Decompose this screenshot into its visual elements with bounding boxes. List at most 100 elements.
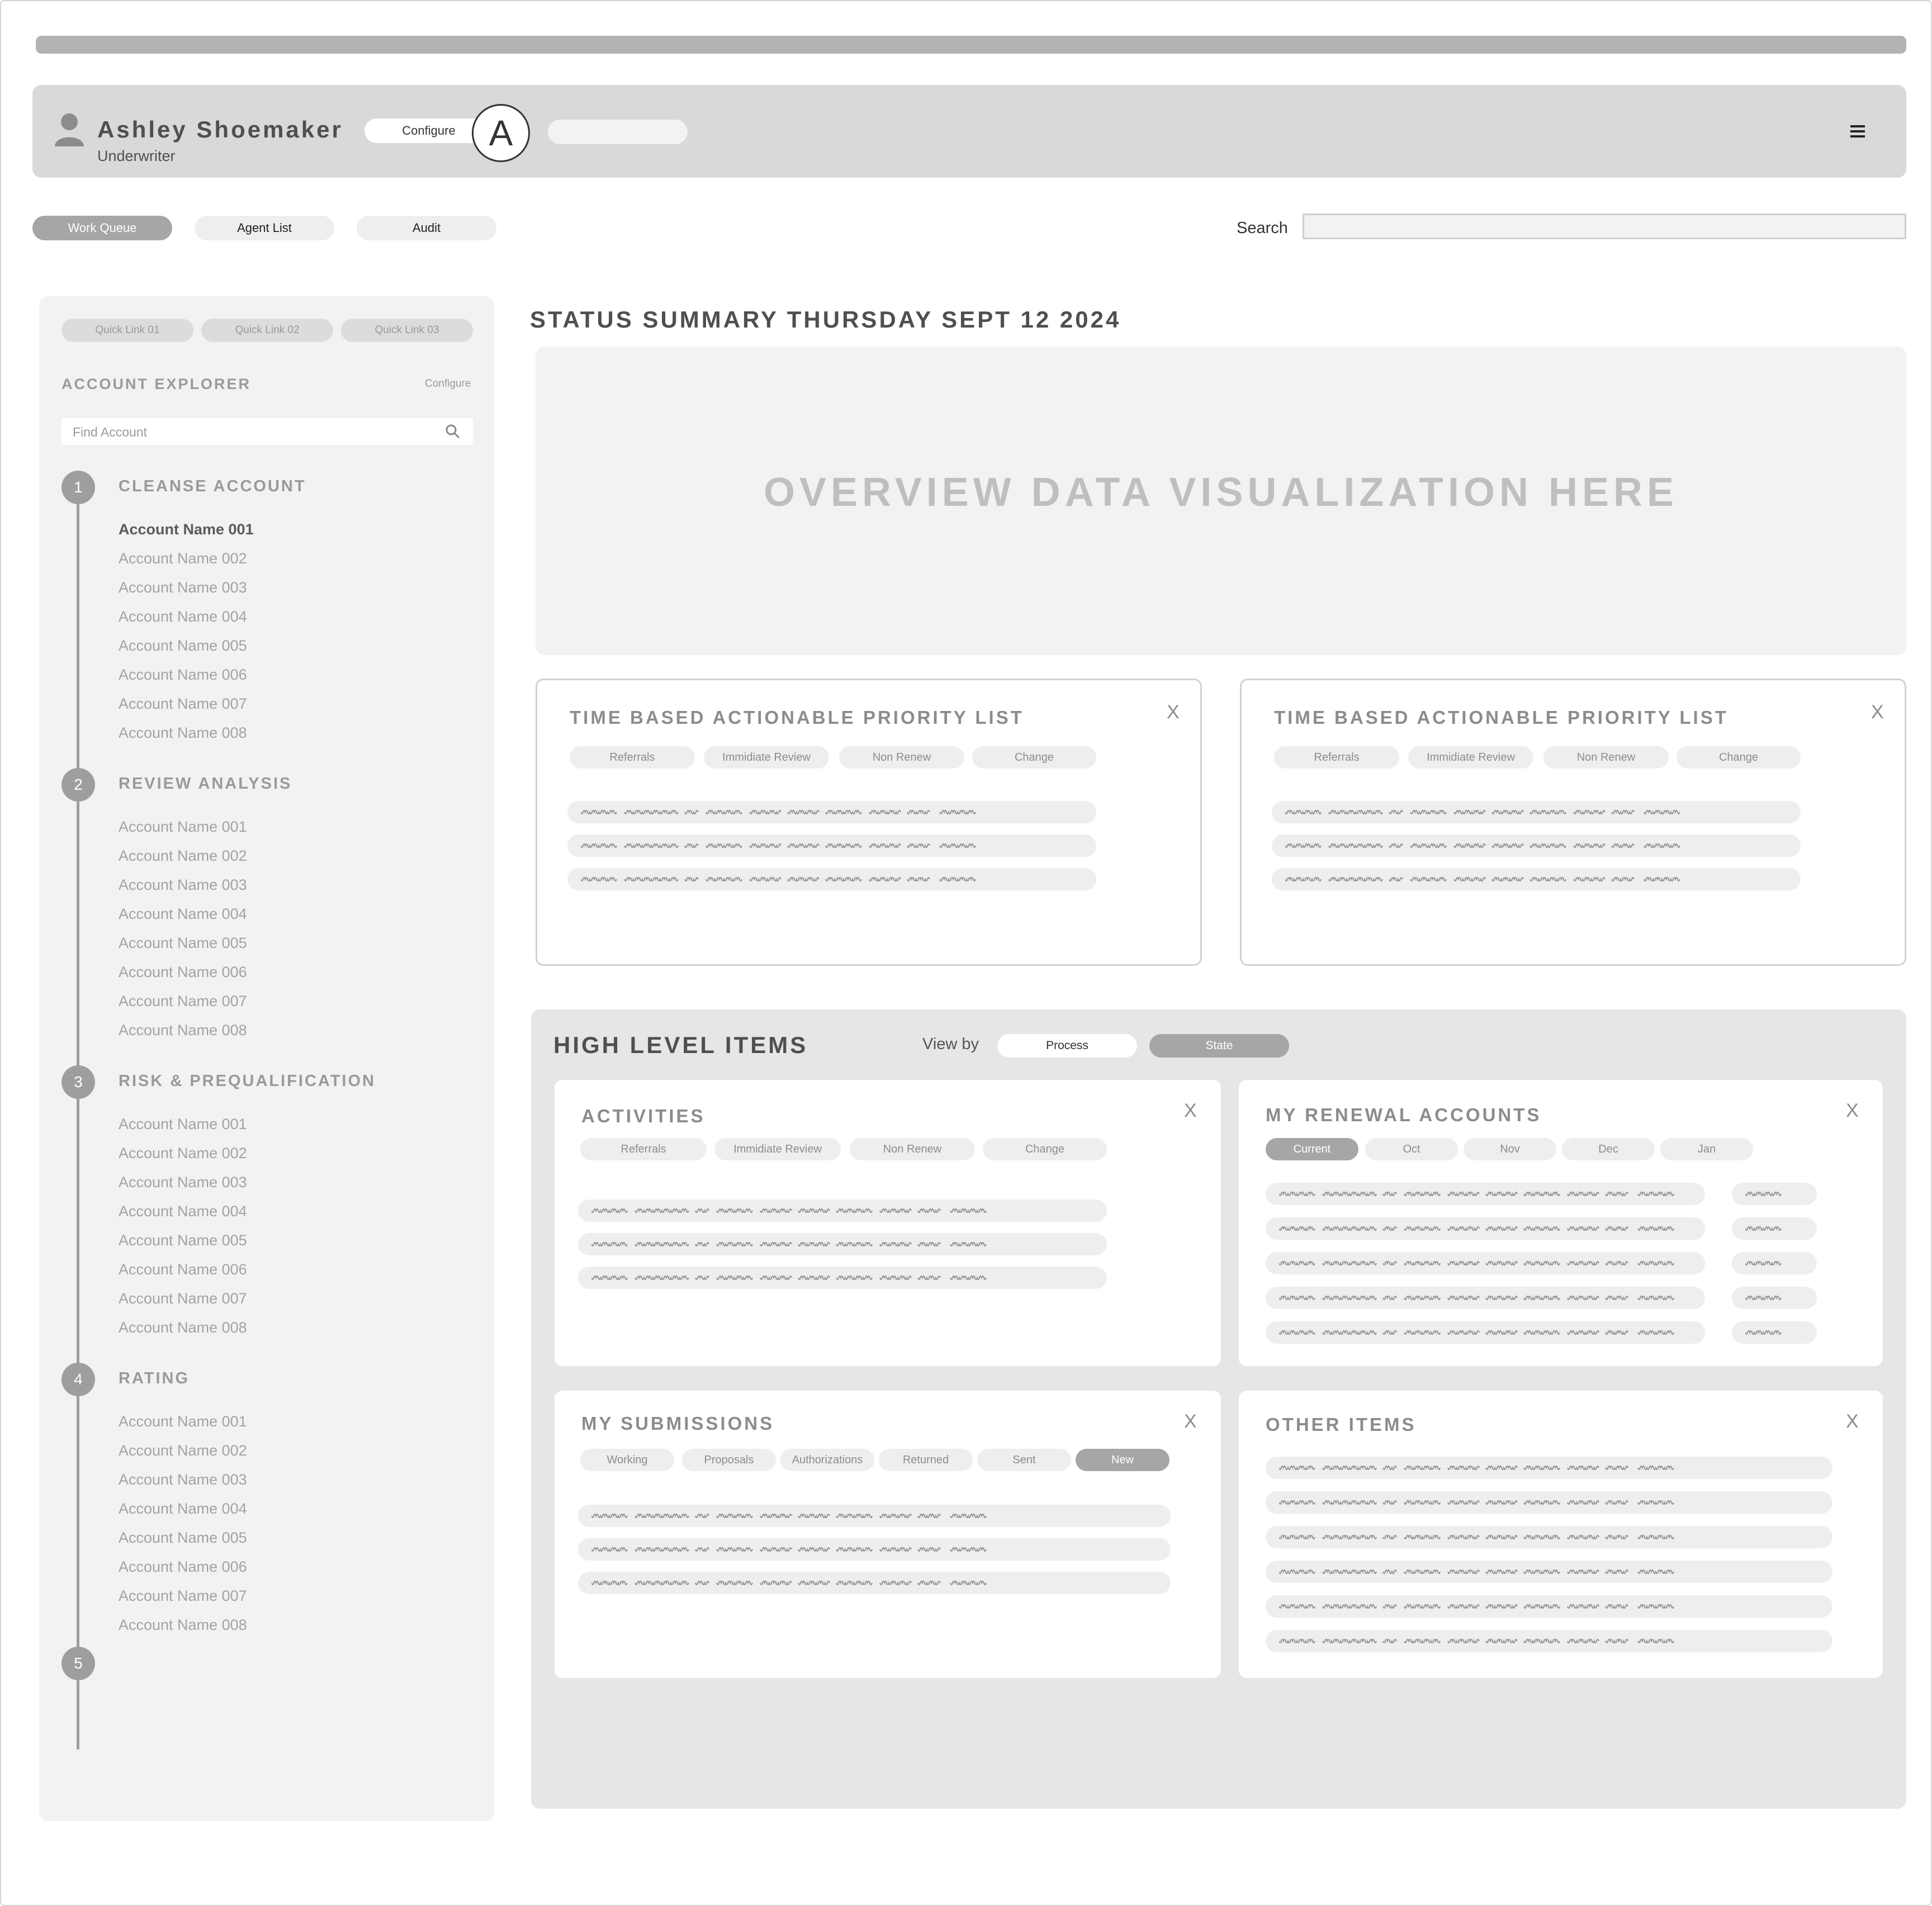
list-item[interactable] xyxy=(578,1199,1107,1222)
list-item[interactable] xyxy=(1266,1252,1705,1274)
chip-non-renew[interactable]: Non Renew xyxy=(839,746,964,769)
header-blank-pill[interactable] xyxy=(548,120,688,144)
close-icon[interactable]: X xyxy=(1846,1411,1859,1433)
account-list-item[interactable]: Account Name 008 xyxy=(119,1319,247,1336)
list-item[interactable] xyxy=(1266,1183,1705,1205)
chip-sent[interactable]: Sent xyxy=(977,1449,1071,1471)
account-list-item[interactable]: Account Name 006 xyxy=(119,666,247,684)
chip-dec[interactable]: Dec xyxy=(1562,1138,1655,1160)
chip-referrals[interactable]: Referrals xyxy=(570,746,695,769)
chip-returned[interactable]: Returned xyxy=(879,1449,973,1471)
chip-immidiate-review[interactable]: Immidiate Review xyxy=(1408,746,1533,769)
account-list-item[interactable]: Account Name 008 xyxy=(119,724,247,742)
list-item[interactable] xyxy=(1266,1630,1832,1652)
account-list-item[interactable]: Account Name 007 xyxy=(119,1290,247,1307)
chip-working[interactable]: Working xyxy=(580,1449,674,1471)
explorer-configure-link[interactable]: Configure xyxy=(425,378,471,390)
account-list-item[interactable]: Account Name 001 xyxy=(119,1413,247,1430)
search-input[interactable] xyxy=(1303,214,1906,239)
account-list-item[interactable]: Account Name 002 xyxy=(119,847,247,865)
chip-change[interactable]: Change xyxy=(1677,746,1801,769)
account-list-item[interactable]: Account Name 008 xyxy=(119,1616,247,1634)
chip-referrals[interactable]: Referrals xyxy=(1274,746,1399,769)
account-list-item[interactable]: Account Name 007 xyxy=(119,993,247,1010)
chip-proposals[interactable]: Proposals xyxy=(682,1449,776,1471)
list-item[interactable] xyxy=(1732,1217,1817,1240)
chip-authorizations[interactable]: Authorizations xyxy=(780,1449,874,1471)
list-item[interactable] xyxy=(1266,1491,1832,1514)
chip-new[interactable]: New xyxy=(1076,1449,1169,1471)
view-by-state[interactable]: State xyxy=(1149,1034,1289,1058)
list-item[interactable] xyxy=(567,868,1096,890)
chip-referrals[interactable]: Referrals xyxy=(580,1138,707,1160)
account-list-item[interactable]: Account Name 001 xyxy=(119,1116,247,1133)
account-list-item[interactable]: Account Name 002 xyxy=(119,550,247,567)
view-by-process[interactable]: Process xyxy=(997,1034,1137,1058)
list-item[interactable] xyxy=(578,1267,1107,1289)
chip-nov[interactable]: Nov xyxy=(1464,1138,1556,1160)
tab-agent-list[interactable]: Agent List xyxy=(195,216,334,240)
list-item[interactable] xyxy=(578,1233,1107,1255)
list-item[interactable] xyxy=(578,1505,1171,1527)
list-item[interactable] xyxy=(1732,1321,1817,1344)
chip-non-renew[interactable]: Non Renew xyxy=(850,1138,975,1160)
list-item[interactable] xyxy=(1732,1287,1817,1309)
search-icon[interactable] xyxy=(445,424,461,439)
account-list-item[interactable]: Account Name 006 xyxy=(119,964,247,981)
list-item[interactable] xyxy=(1732,1252,1817,1274)
quick-link-01[interactable]: Quick Link 01 xyxy=(61,319,193,342)
account-list-item[interactable]: Account Name 004 xyxy=(119,1500,247,1518)
avatar[interactable]: A xyxy=(472,104,530,162)
chip-oct[interactable]: Oct xyxy=(1365,1138,1458,1160)
account-list-item[interactable]: Account Name 005 xyxy=(119,1529,247,1547)
chip-jan[interactable]: Jan xyxy=(1660,1138,1753,1160)
account-list-item[interactable]: Account Name 005 xyxy=(119,1232,247,1249)
find-account-input[interactable]: Find Account xyxy=(61,418,473,445)
quick-link-03[interactable]: Quick Link 03 xyxy=(341,319,473,342)
account-list-item[interactable]: Account Name 002 xyxy=(119,1442,247,1459)
tab-work-queue[interactable]: Work Queue xyxy=(32,216,172,240)
account-list-item[interactable]: Account Name 006 xyxy=(119,1261,247,1278)
list-item[interactable] xyxy=(567,801,1096,823)
close-icon[interactable]: X xyxy=(1184,1411,1197,1433)
close-icon[interactable]: X xyxy=(1871,701,1884,723)
close-icon[interactable]: X xyxy=(1184,1100,1197,1122)
list-item[interactable] xyxy=(567,835,1096,857)
account-list-item[interactable]: Account Name 006 xyxy=(119,1558,247,1576)
chip-current[interactable]: Current xyxy=(1266,1138,1358,1160)
menu-icon[interactable] xyxy=(1849,123,1866,140)
list-item[interactable] xyxy=(1266,1321,1705,1344)
close-icon[interactable]: X xyxy=(1846,1100,1859,1122)
list-item[interactable] xyxy=(1272,868,1801,890)
list-item[interactable] xyxy=(578,1572,1171,1594)
chip-immidiate-review[interactable]: Immidiate Review xyxy=(714,1138,841,1160)
list-item[interactable] xyxy=(1266,1595,1832,1618)
account-list-item[interactable]: Account Name 003 xyxy=(119,1174,247,1191)
chip-change[interactable]: Change xyxy=(972,746,1096,769)
account-list-item[interactable]: Account Name 007 xyxy=(119,695,247,713)
account-list-item[interactable]: Account Name 005 xyxy=(119,935,247,952)
chip-change[interactable]: Change xyxy=(983,1138,1107,1160)
account-list-item[interactable]: Account Name 003 xyxy=(119,876,247,894)
account-list-item[interactable]: Account Name 008 xyxy=(119,1022,247,1039)
list-item[interactable] xyxy=(1272,835,1801,857)
chip-immidiate-review[interactable]: Immidiate Review xyxy=(704,746,829,769)
list-item[interactable] xyxy=(578,1538,1171,1561)
account-list-item[interactable]: Account Name 007 xyxy=(119,1587,247,1605)
account-list-item[interactable]: Account Name 004 xyxy=(119,1203,247,1220)
account-list-item[interactable]: Account Name 001 xyxy=(119,818,247,836)
account-list-item[interactable]: Account Name 005 xyxy=(119,637,247,655)
account-list-item[interactable]: Account Name 004 xyxy=(119,608,247,625)
account-list-item[interactable]: Account Name 001 xyxy=(119,521,254,538)
account-list-item[interactable]: Account Name 003 xyxy=(119,579,247,596)
quick-link-02[interactable]: Quick Link 02 xyxy=(201,319,333,342)
tab-audit[interactable]: Audit xyxy=(357,216,496,240)
list-item[interactable] xyxy=(1266,1561,1832,1583)
list-item[interactable] xyxy=(1266,1526,1832,1548)
list-item[interactable] xyxy=(1266,1457,1832,1479)
account-list-item[interactable]: Account Name 004 xyxy=(119,905,247,923)
list-item[interactable] xyxy=(1266,1217,1705,1240)
account-list-item[interactable]: Account Name 003 xyxy=(119,1471,247,1488)
list-item[interactable] xyxy=(1266,1287,1705,1309)
list-item[interactable] xyxy=(1272,801,1801,823)
